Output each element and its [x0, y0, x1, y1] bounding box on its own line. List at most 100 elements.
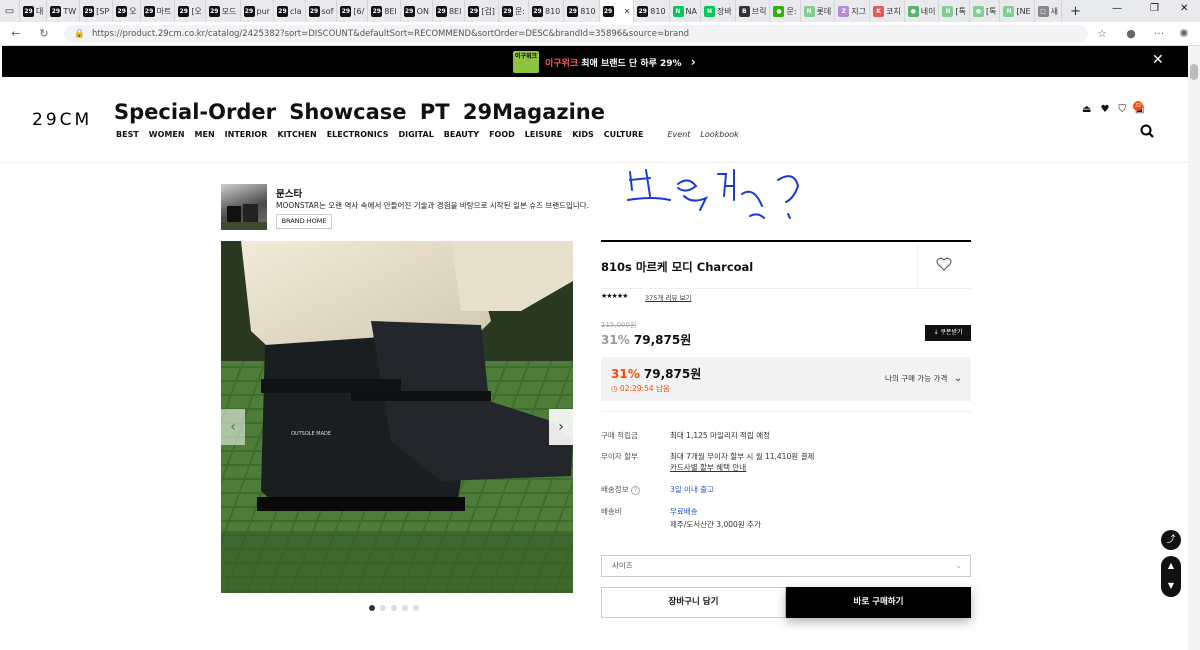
browser-tab[interactable]: 29 810: [529, 0, 565, 22]
review-link[interactable]: 375개 리뷰 보기: [645, 292, 691, 302]
tab-favicon-icon: B: [738, 5, 750, 17]
product-image[interactable]: OUTSOLE MADE: [221, 241, 573, 593]
nav-item[interactable]: KIDS: [572, 130, 594, 139]
scroll-down-icon[interactable]: ▼: [1161, 576, 1181, 596]
copilot-icon[interactable]: ✺: [1176, 26, 1192, 42]
nav-extra-item[interactable]: Event: [668, 130, 691, 139]
discount-price-row: 31% 79,875원: [601, 331, 691, 348]
browser-tab[interactable]: 29 ✕: [599, 0, 635, 22]
add-to-cart-button[interactable]: 장바구니 담기: [601, 587, 786, 618]
maximize-button[interactable]: ❐: [1150, 3, 1159, 14]
browser-tab[interactable]: 29 [SP: [80, 0, 114, 22]
nav-item[interactable]: KITCHEN: [277, 130, 316, 139]
browser-tab[interactable]: ● 문:: [770, 0, 801, 22]
browser-tab[interactable]: N [톡: [939, 0, 970, 22]
nav-item[interactable]: FOOD: [489, 130, 515, 139]
browser-tab[interactable]: 29 8El: [368, 0, 401, 22]
browser-tab[interactable]: 29 [오: [175, 0, 206, 22]
new-tab-button[interactable]: +: [1062, 4, 1089, 19]
browser-tab[interactable]: 29 8El: [433, 0, 466, 22]
heart-icon[interactable]: [936, 257, 952, 271]
close-window-button[interactable]: ✕: [1180, 3, 1188, 14]
user-icon[interactable]: ⏏: [1082, 104, 1091, 115]
favorites-icon[interactable]: ☆: [1094, 26, 1110, 42]
browser-tab[interactable]: 29 cla: [274, 0, 306, 22]
browser-tab[interactable]: K 코치: [870, 0, 905, 22]
browser-tab[interactable]: 29 810: [634, 0, 670, 22]
url-input[interactable]: 🔒 https://product.29cm.co.kr/catalog/242…: [64, 25, 1088, 43]
final-price-box[interactable]: 31% 79,875원 ◷ 02:29:54 남음 나의 구매 가능 가격 ⌄: [601, 357, 971, 401]
nav-item[interactable]: MEN: [195, 130, 215, 139]
image-dot[interactable]: [413, 605, 419, 611]
browser-tab[interactable]: 29 [겁]: [465, 0, 499, 22]
scrollbar[interactable]: [1188, 46, 1200, 650]
showcase-links[interactable]: Special-Order Showcase PT 29Magazine: [114, 100, 605, 124]
scroll-up-icon[interactable]: ▲: [1161, 556, 1181, 576]
brand-thumbnail[interactable]: [221, 184, 267, 230]
browser-tab[interactable]: N 장바: [701, 0, 736, 22]
browser-tab[interactable]: ● [톡: [970, 0, 1001, 22]
installment-link[interactable]: 카드사별 할부 혜택 안내: [670, 462, 746, 473]
scrollbar-thumb[interactable]: [1190, 64, 1198, 80]
nav-item[interactable]: DIGITAL: [399, 130, 434, 139]
more-menu-icon[interactable]: ···: [1151, 26, 1167, 42]
browser-tab[interactable]: Z 지그: [835, 0, 871, 22]
cart-icon[interactable]: ⛉: [1118, 104, 1126, 115]
brand-name[interactable]: 문스타: [276, 186, 302, 200]
site-logo[interactable]: 29CM: [32, 110, 92, 130]
nav-item[interactable]: INTERIOR: [225, 130, 268, 139]
image-dot[interactable]: [380, 605, 386, 611]
my-price-toggle[interactable]: 나의 구매 가능 가격 ⌄: [885, 373, 962, 384]
image-dot[interactable]: [402, 605, 408, 611]
browser-tab[interactable]: 29 [6/: [337, 0, 369, 22]
browser-tab[interactable]: B 브릭: [736, 0, 771, 22]
tab-actions-icon[interactable]: ▭: [0, 0, 20, 22]
heart-icon[interactable]: ♥: [1100, 104, 1109, 115]
nav-item[interactable]: CULTURE: [604, 130, 644, 139]
image-prev-button[interactable]: ‹: [221, 409, 245, 445]
nav-item[interactable]: BEAUTY: [444, 130, 479, 139]
back-icon[interactable]: ←: [8, 26, 24, 42]
browser-tab[interactable]: 29 ON: [401, 0, 433, 22]
brand-description: MOONSTAR는 오랜 역사 속에서 만들어진 기술과 경험을 바탕으로 시작…: [276, 201, 590, 210]
size-select[interactable]: 사이즈 ⌄: [601, 555, 971, 577]
browser-tab[interactable]: 29 810: [564, 0, 600, 22]
coupon-button[interactable]: ↓ 쿠폰받기: [925, 325, 971, 341]
browser-tab[interactable]: 29 문:: [499, 0, 529, 22]
browser-tab[interactable]: N [NE: [1000, 0, 1035, 22]
profile-avatar[interactable]: ●: [1123, 26, 1139, 42]
share-icon[interactable]: ⤴: [1161, 530, 1181, 550]
image-dot[interactable]: [391, 605, 397, 611]
discount-percent: 31%: [601, 333, 630, 347]
browser-tab[interactable]: 29 대: [20, 0, 48, 22]
buy-now-button[interactable]: 바로 구매하기: [786, 587, 971, 618]
tab-label: 장바: [717, 6, 732, 16]
tab-favicon-icon: 29: [602, 5, 614, 17]
nav-item[interactable]: WOMEN: [149, 130, 185, 139]
help-icon[interactable]: ?: [631, 486, 640, 495]
browser-tab[interactable]: 29 모드: [206, 0, 241, 22]
tab-label: NA: [685, 6, 698, 16]
reload-icon[interactable]: ↻: [36, 26, 52, 42]
nav-item[interactable]: ELECTRONICS: [327, 130, 389, 139]
browser-tab[interactable]: 29 오: [113, 0, 141, 22]
browser-tab[interactable]: 29 마트: [141, 0, 176, 22]
browser-tab[interactable]: 29 sof: [306, 0, 338, 22]
browser-tab[interactable]: N 롯데: [801, 0, 836, 22]
image-next-button[interactable]: ›: [549, 409, 573, 445]
search-icon[interactable]: [1140, 124, 1154, 138]
browser-tab[interactable]: □ 새: [1035, 0, 1062, 22]
nav-item[interactable]: BEST: [116, 130, 139, 139]
image-dot[interactable]: [369, 605, 375, 611]
brand-home-button[interactable]: BRAND HOME: [276, 214, 332, 229]
browser-tab[interactable]: ● 네이: [905, 0, 940, 22]
browser-tab[interactable]: 29 TW: [47, 0, 81, 22]
minimize-button[interactable]: —: [1112, 3, 1122, 14]
close-icon[interactable]: ✕: [1152, 52, 1164, 68]
browser-tab[interactable]: 29 pur: [241, 0, 274, 22]
close-tab-icon[interactable]: ✕: [624, 7, 631, 16]
browser-tab[interactable]: N NA: [670, 0, 702, 22]
nav-extra-item[interactable]: Lookbook: [700, 130, 738, 139]
promo-banner[interactable]: 이구위크 이구위크 최애 브랜드 단 하루 29% › ✕: [2, 46, 1188, 77]
nav-item[interactable]: LEISURE: [525, 130, 562, 139]
